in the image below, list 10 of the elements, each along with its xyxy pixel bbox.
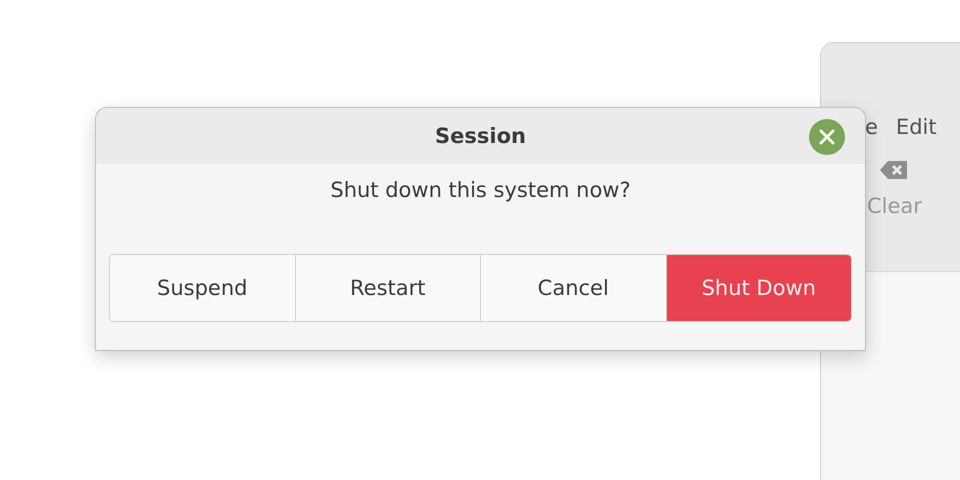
close-icon[interactable] <box>809 119 845 155</box>
dialog-button[interactable]: Restart <box>296 255 481 321</box>
backspace-icon <box>879 160 910 180</box>
dialog-button[interactable]: Suspend <box>110 255 296 321</box>
dialog-button[interactable]: Shut Down <box>666 255 851 321</box>
dialog-message: Shut down this system now? <box>329 177 632 204</box>
dialog-button[interactable]: Cancel <box>481 255 666 321</box>
window-title: Session <box>435 124 526 148</box>
menu-item[interactable]: e <box>865 117 878 138</box>
menu-item[interactable]: Edit <box>896 117 937 138</box>
